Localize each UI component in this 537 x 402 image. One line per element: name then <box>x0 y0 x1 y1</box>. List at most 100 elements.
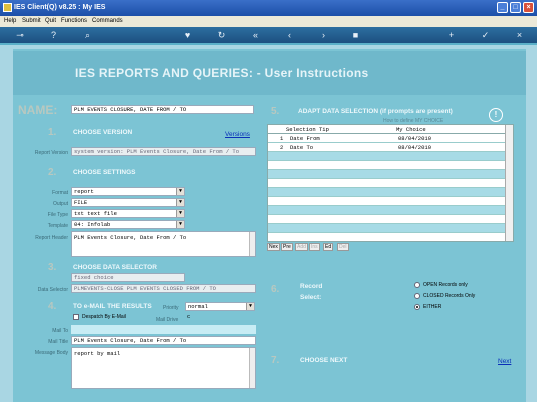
section-6-title: Record <box>300 283 323 290</box>
back-icon[interactable]: ‹ <box>284 30 295 41</box>
table-row[interactable] <box>268 206 507 215</box>
message-body-field[interactable]: report by mail <box>71 347 256 389</box>
grid-scrollbar[interactable] <box>505 125 513 241</box>
despatch-checkbox[interactable] <box>73 314 79 320</box>
chevron-down-icon: ▼ <box>176 199 184 206</box>
menu-commands[interactable]: Commands <box>92 18 123 24</box>
mail-to-label: Mail To <box>52 328 68 334</box>
col-my-choice: My Choice <box>396 126 426 133</box>
selection-grid[interactable]: Selection Tip My Choice 1 Date From 08/0… <box>267 124 514 242</box>
maximize-button[interactable]: □ <box>510 2 521 13</box>
mail-drive-label: Mail Drive <box>156 317 179 323</box>
closed-records-label: CLOSED Records Only <box>423 293 476 299</box>
radio-open-records[interactable] <box>414 282 420 288</box>
priority-select[interactable]: normal ▼ <box>185 302 255 311</box>
mail-title-label: Mail Title <box>48 339 68 345</box>
report-version-field[interactable]: system version: PLM Events Closure, Date… <box>71 147 256 156</box>
mail-title-field[interactable]: PLM Events Closure, Date From / To <box>71 336 256 345</box>
edit-row-button[interactable]: Ed <box>323 243 334 251</box>
scrollbar <box>249 348 255 388</box>
stop-icon[interactable]: ■ <box>350 30 361 41</box>
table-row[interactable]: 1 Date From 08/04/2010 <box>268 134 507 143</box>
output-label: Output <box>52 201 68 207</box>
name-label: NAME: <box>18 103 58 117</box>
mail-drive-field[interactable]: c <box>185 313 255 322</box>
table-row[interactable] <box>268 161 507 170</box>
add-icon[interactable]: + <box>446 30 457 41</box>
menu-submit[interactable]: Submit <box>22 18 41 24</box>
section-5-title: ADAPT DATA SELECTION (if prompts are pre… <box>298 108 453 115</box>
help-icon[interactable]: ? <box>48 30 59 41</box>
format-label: Format <box>52 190 68 196</box>
grid-header: Selection Tip My Choice <box>268 125 507 134</box>
forward-icon[interactable]: › <box>318 30 329 41</box>
next-row-button[interactable]: Nex <box>267 243 280 251</box>
section-2-title: CHOOSE SETTINGS <box>73 169 136 176</box>
close-icon[interactable]: × <box>514 30 525 41</box>
refresh-icon[interactable]: ↻ <box>216 30 227 41</box>
mail-to-field[interactable] <box>71 325 256 334</box>
message-body-label: Message Body <box>34 350 68 356</box>
search-icon[interactable]: ⌕ <box>82 30 93 41</box>
table-row[interactable] <box>268 188 507 197</box>
file-type-select[interactable]: txt text file ▼ <box>71 209 185 218</box>
scrollbar <box>249 232 255 256</box>
radio-closed-records[interactable] <box>414 293 420 299</box>
page-title: IES REPORTS AND QUERIES: - User Instruct… <box>75 66 369 80</box>
section-4-title: TO e-MAIL THE RESULTS <box>73 303 152 310</box>
add-row-button[interactable]: Add <box>295 243 308 251</box>
table-row[interactable] <box>268 179 507 188</box>
chevron-down-icon: ▼ <box>176 210 184 217</box>
section-2-number: 2. <box>48 167 57 178</box>
data-selector-label: Data Selector <box>37 287 68 293</box>
minimize-button[interactable]: _ <box>497 2 508 13</box>
selector-choice-field: fixed choice <box>71 273 185 282</box>
section-4-number: 4. <box>48 301 57 312</box>
template-select[interactable]: 04: Infolab ▼ <box>71 220 185 229</box>
key-icon[interactable]: ⊸ <box>10 30 30 41</box>
chevron-down-icon: ▼ <box>176 188 184 195</box>
next-link[interactable]: Next <box>498 358 511 365</box>
title-bar: IES Client(Q) v8.25 : My IES _ □ × <box>0 0 537 16</box>
table-row[interactable] <box>268 224 507 233</box>
close-window-button[interactable]: × <box>523 2 534 13</box>
report-version-label: Report Version <box>34 150 68 156</box>
format-select[interactable]: report ▼ <box>71 187 185 196</box>
col-selection-tip: Selection Tip <box>286 126 329 133</box>
toolbar: ⊸ ? ⌕ ♥ ↻ « ‹ › ■ + ✓ × <box>0 27 537 45</box>
section-1-title: CHOOSE VERSION <box>73 129 133 136</box>
priority-label: Priority <box>163 305 179 311</box>
banner: IES REPORTS AND QUERIES: - User Instruct… <box>13 51 526 95</box>
report-header-label: Report Header <box>35 235 68 241</box>
output-select[interactable]: FILE ▼ <box>71 198 185 207</box>
report-name-field[interactable]: PLM EVENTS CLOSURE, DATE FROM / TO <box>71 105 254 114</box>
info-icon[interactable]: ! <box>489 108 503 122</box>
table-row[interactable] <box>268 197 507 206</box>
section-6-number: 6. <box>271 284 280 295</box>
chevron-down-icon: ▼ <box>176 221 184 228</box>
check-icon[interactable]: ✓ <box>480 30 491 41</box>
data-selector-field[interactable]: PLMEVENTS-CLOSE PLM EVENTS CLOSED FROM /… <box>71 284 256 293</box>
heart-icon[interactable]: ♥ <box>182 30 193 41</box>
insert-row-button[interactable]: Ins <box>309 243 320 251</box>
instructions-panel: IES REPORTS AND QUERIES: - User Instruct… <box>13 49 526 402</box>
section-7-title: CHOOSE NEXT <box>300 357 348 364</box>
table-row[interactable] <box>268 170 507 179</box>
open-records-label: OPEN Records only <box>423 282 468 288</box>
table-row[interactable] <box>268 152 507 161</box>
chevron-down-icon: ▼ <box>246 303 254 310</box>
menu-bar: Help Submit Quit Functions Commands <box>0 16 537 27</box>
menu-help[interactable]: Help <box>4 18 16 24</box>
delete-row-button[interactable]: Del <box>337 243 349 251</box>
table-row[interactable] <box>268 215 507 224</box>
table-row[interactable]: 2 Date To 08/04/2010 <box>268 143 507 152</box>
rewind-icon[interactable]: « <box>250 30 261 41</box>
window-title: IES Client(Q) v8.25 : My IES <box>14 4 106 11</box>
prev-row-button[interactable]: Pre <box>281 243 293 251</box>
menu-quit[interactable]: Quit <box>45 18 56 24</box>
versions-link[interactable]: Versions <box>225 131 250 138</box>
radio-either[interactable] <box>414 304 420 310</box>
content-area: IES REPORTS AND QUERIES: - User Instruct… <box>0 45 537 402</box>
report-header-field[interactable]: PLM Events Closure, Date From / To <box>71 231 256 257</box>
menu-functions[interactable]: Functions <box>61 18 87 24</box>
